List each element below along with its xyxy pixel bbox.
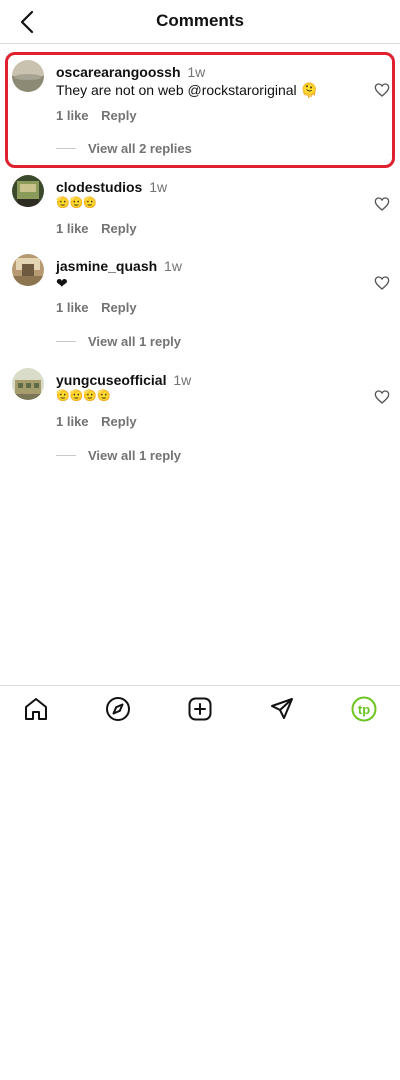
divider-line: [56, 455, 76, 457]
like-count[interactable]: 1 like: [56, 414, 89, 429]
comment-username[interactable]: yungcuseofficial: [56, 372, 166, 388]
create-icon: [188, 697, 212, 721]
nav-home[interactable]: [23, 696, 49, 722]
reply-button[interactable]: Reply: [101, 300, 136, 315]
header-bar: Comments: [0, 0, 400, 44]
divider-line: [56, 341, 76, 343]
avatar[interactable]: [12, 254, 44, 286]
view-replies-label: View all 1 reply: [88, 334, 181, 349]
comment-username[interactable]: clodestudios: [56, 179, 142, 195]
comment-time: 1w: [149, 179, 168, 195]
comment-username[interactable]: jasmine_quash: [56, 258, 157, 274]
comment-text: 🫡🫡🫡🫡: [56, 390, 111, 402]
direct-icon: [271, 698, 293, 719]
heart-icon[interactable]: [374, 389, 390, 405]
comment-time: 1w: [164, 258, 182, 274]
avatar[interactable]: [12, 175, 44, 207]
heart-icon[interactable]: [374, 196, 390, 212]
nav-create[interactable]: [187, 696, 213, 722]
view-replies-link[interactable]: View all 1 reply: [56, 334, 181, 349]
profile-icon: tp: [351, 696, 377, 722]
bottom-navigation: tp: [0, 685, 400, 731]
comment-text: ❤: [56, 275, 68, 291]
view-replies-link[interactable]: View all 1 reply: [56, 448, 181, 463]
nav-explore[interactable]: [105, 696, 131, 722]
like-count[interactable]: 1 like: [56, 221, 89, 236]
reply-button[interactable]: Reply: [101, 221, 136, 236]
comment-time: 1w: [173, 372, 192, 388]
nav-profile[interactable]: tp: [351, 696, 377, 722]
avatar[interactable]: [12, 368, 44, 400]
like-count[interactable]: 1 like: [56, 300, 89, 315]
reply-button[interactable]: Reply: [101, 414, 136, 429]
nav-direct[interactable]: [269, 696, 295, 722]
heart-icon[interactable]: [374, 275, 390, 291]
comment-text: 🫡🫡🫡: [56, 197, 98, 209]
page-title: Comments: [156, 11, 244, 30]
view-replies-label: View all 1 reply: [88, 448, 181, 463]
highlight-frame: [5, 52, 395, 168]
explore-icon: [106, 697, 130, 721]
home-icon: [25, 698, 47, 720]
profile-initials: tp: [358, 702, 370, 717]
